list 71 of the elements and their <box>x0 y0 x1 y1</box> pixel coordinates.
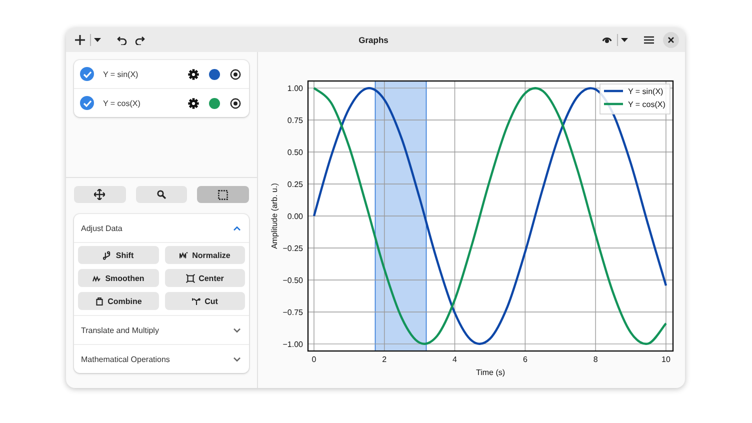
plus-icon <box>75 35 85 45</box>
checkmark-icon <box>82 100 92 106</box>
section-header[interactable]: Translate and Multiply <box>74 315 249 344</box>
smoothen-button[interactable]: Smoothen <box>78 269 158 287</box>
x-tick-label: 4 <box>452 355 457 364</box>
close-icon <box>668 37 674 43</box>
search-icon <box>157 190 166 199</box>
close-button[interactable] <box>662 32 679 48</box>
y-tick-label: −1.00 <box>282 340 303 349</box>
move-icon <box>94 189 106 200</box>
smoothen-icon <box>92 274 102 282</box>
redo-icon <box>135 36 145 44</box>
y-axis-label: Amplitude (arb. u.) <box>270 183 279 249</box>
item-label: Y = cos(X) <box>103 98 142 108</box>
caret-icon <box>620 38 628 42</box>
section-header[interactable]: Adjust Data <box>74 214 249 242</box>
shift-button[interactable]: Shift <box>78 246 158 264</box>
center-icon <box>186 274 195 282</box>
selection-span[interactable] <box>374 80 427 352</box>
item-label: Y = sin(X) <box>103 70 140 78</box>
x-axis-label: Time (s) <box>476 368 506 377</box>
cut-icon <box>192 296 201 306</box>
x-tick-label: 10 <box>662 355 670 364</box>
x-tick-label: 2 <box>382 355 387 364</box>
x-tick-label: 8 <box>593 355 598 364</box>
normalize-icon <box>179 250 188 260</box>
section-header[interactable]: Mathematical Operations <box>74 344 249 373</box>
dropdown-button[interactable] <box>90 34 104 46</box>
legend-label: Y = cos(X) <box>628 100 666 109</box>
select-tool-button[interactable] <box>197 186 250 203</box>
shift-icon <box>102 250 112 260</box>
center-button[interactable]: Center <box>164 269 245 287</box>
y-tick-label: −0.50 <box>282 276 303 285</box>
menu-icon <box>644 36 654 44</box>
settings-icon[interactable] <box>188 68 199 80</box>
remove-icon[interactable] <box>230 98 241 108</box>
x-tick-label: 6 <box>522 355 528 364</box>
y-tick-label: 0.75 <box>287 116 303 126</box>
pan-tool-button[interactable] <box>74 186 126 203</box>
chevron-down-icon <box>233 328 241 332</box>
settings-icon[interactable] <box>188 98 199 108</box>
caret-icon <box>94 38 101 42</box>
legend-label: Y = sin(X) <box>628 87 664 96</box>
checkmark-icon <box>82 70 92 78</box>
y-tick-label: 1.00 <box>287 84 303 94</box>
legend-swatch <box>604 90 623 92</box>
chevron-down-icon <box>233 356 241 362</box>
remove-icon[interactable] <box>230 68 241 80</box>
dropdown-button[interactable] <box>616 34 631 46</box>
y-tick-label: 0.25 <box>287 180 303 189</box>
window-title: Graphs <box>358 35 388 45</box>
chevron-up-icon <box>233 226 241 230</box>
cut-button[interactable]: Cut <box>164 292 245 310</box>
zoom-tool-button[interactable] <box>136 186 188 203</box>
color-dot[interactable] <box>209 98 220 108</box>
legend-swatch <box>604 102 623 106</box>
selection-icon <box>218 190 228 200</box>
y-tick-label: 0.50 <box>287 148 303 158</box>
legend-box <box>600 84 670 114</box>
x-tick-label: 0 <box>312 355 316 364</box>
normalize-button[interactable]: Normalize <box>164 246 245 264</box>
y-tick-label: −0.25 <box>282 244 303 253</box>
undo-icon <box>117 36 127 44</box>
item-checkbox[interactable] <box>80 67 94 81</box>
y-tick-label: −0.75 <box>282 308 303 317</box>
y-tick-label: 0.00 <box>287 212 303 221</box>
eye-icon <box>602 36 612 44</box>
combine-button[interactable]: Combine <box>78 292 158 310</box>
combine-icon <box>94 296 104 306</box>
item-checkbox[interactable] <box>80 96 94 110</box>
color-dot[interactable] <box>209 68 220 80</box>
